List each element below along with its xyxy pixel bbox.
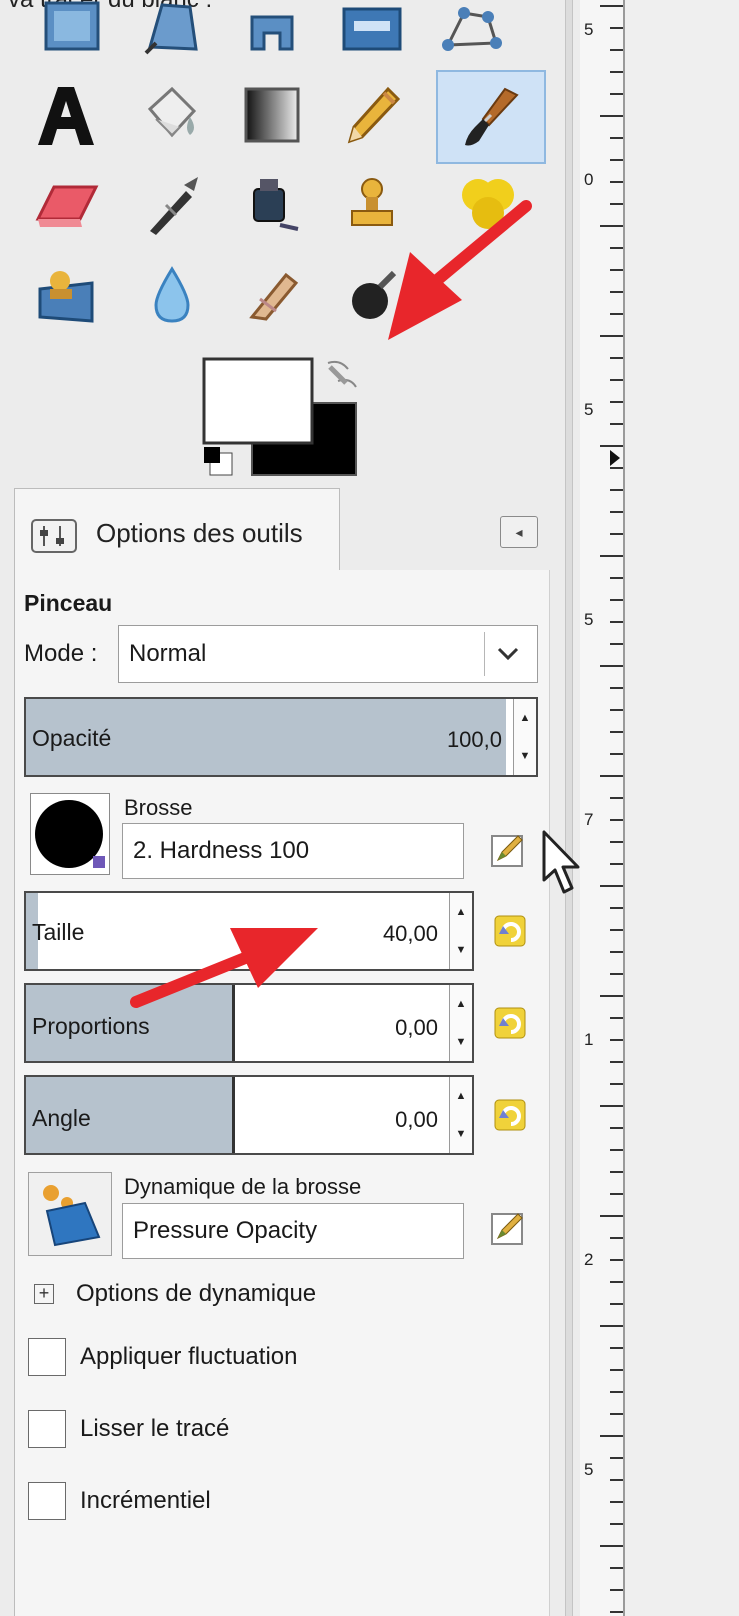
fuzzy-select-tool-icon[interactable]	[222, 0, 322, 78]
edit-brush-button[interactable]	[486, 828, 530, 872]
ink-tool-icon[interactable]	[222, 160, 322, 250]
dynamics-label: Dynamique de la brosse	[124, 1174, 362, 1199]
panel-divider[interactable]	[565, 0, 573, 1616]
apply-jitter-checkbox[interactable]	[28, 1338, 66, 1376]
ruler-label: 1	[584, 1030, 594, 1049]
reset-size-button[interactable]	[490, 910, 530, 952]
rect-select-tool-icon[interactable]	[22, 0, 122, 78]
size-slider[interactable]: Taille 40,00 ▲ ▼	[24, 891, 474, 971]
reset-aspect-ratio-button[interactable]	[490, 1002, 530, 1044]
angle-spinner[interactable]: ▲ ▼	[449, 1077, 472, 1153]
brush-label: Brosse	[124, 795, 193, 820]
smudge-tool-icon[interactable]	[222, 250, 322, 340]
dynamics-options-expander[interactable]: Options de dynamique	[76, 1280, 316, 1308]
aspect-ratio-spinner[interactable]: ▲ ▼	[449, 985, 472, 1061]
default-colors-icon[interactable]	[204, 447, 233, 476]
vertical-ruler: 5 0 5 5 7 1 2 5	[580, 0, 625, 1616]
eraser-tool-icon[interactable]	[16, 160, 116, 250]
perspective-clone-tool-icon[interactable]	[16, 250, 116, 340]
edit-icon	[491, 1213, 523, 1245]
dynamics-name-field[interactable]: Pressure Opacity	[122, 1203, 464, 1259]
pencil-tool-icon[interactable]	[322, 70, 422, 160]
reset-angle-button[interactable]	[490, 1094, 530, 1136]
paintbrush-tool-icon[interactable]	[436, 70, 546, 164]
brush-name-value: 2. Hardness 100	[133, 837, 310, 864]
ruler-label: 5	[584, 1460, 594, 1479]
ruler-label: 5	[584, 400, 594, 419]
incremental-checkbox[interactable]	[28, 1482, 66, 1520]
opacity-slider[interactable]: Opacité 100,0 ▲ ▼	[24, 697, 538, 777]
ruler-label: 0	[584, 170, 594, 189]
tool-options-tab-label: Options des outils	[96, 518, 303, 548]
opacity-value: 100,0	[446, 727, 502, 752]
ruler-label: 2	[584, 1250, 594, 1269]
color-selector	[200, 355, 370, 490]
image-canvas[interactable]	[625, 0, 739, 1616]
blur-tool-icon[interactable]	[122, 250, 222, 340]
edit-dynamics-button[interactable]	[486, 1206, 530, 1250]
dodge-burn-tool-icon[interactable]	[322, 250, 422, 340]
edit-icon	[491, 835, 523, 867]
aspect-ratio-slider[interactable]: Proportions 0,00 ▲ ▼	[24, 983, 474, 1063]
swap-colors-icon[interactable]	[327, 360, 357, 388]
angle-label: Angle	[32, 1105, 91, 1131]
expand-plus-icon[interactable]: +	[34, 1284, 54, 1304]
incremental-label: Incrémentiel	[80, 1487, 211, 1514]
foreground-color-swatch[interactable]	[202, 357, 314, 445]
tab-menu-button[interactable]: ◂	[500, 516, 538, 548]
reset-icon	[494, 915, 526, 947]
ruler-label: 5	[584, 610, 594, 629]
opacity-label: Opacité	[32, 725, 112, 751]
angle-value: 0,00	[395, 1107, 438, 1132]
airbrush-tool-icon[interactable]	[122, 160, 222, 250]
chevron-down-icon[interactable]	[484, 632, 531, 676]
mode-dropdown-value: Normal	[129, 640, 207, 667]
dynamics-name-value: Pressure Opacity	[133, 1217, 318, 1244]
free-select-tool-icon[interactable]	[122, 0, 222, 78]
smooth-stroke-checkbox[interactable]	[28, 1410, 66, 1448]
reset-icon	[494, 1007, 526, 1039]
aspect-ratio-label: Proportions	[32, 1013, 150, 1039]
cage-transform-tool-icon[interactable]	[422, 0, 522, 78]
mouse-cursor-icon	[540, 830, 584, 896]
tab-menu-icon: ◂	[515, 523, 523, 540]
ruler-position-marker	[610, 450, 620, 466]
size-spinner[interactable]: ▲ ▼	[449, 893, 472, 969]
size-label: Taille	[32, 919, 85, 945]
aspect-ratio-value: 0,00	[395, 1015, 438, 1040]
blend-tool-icon[interactable]	[222, 70, 322, 160]
reset-icon	[494, 1099, 526, 1131]
tool-options-icon	[30, 516, 78, 556]
opacity-spinner[interactable]: ▲ ▼	[513, 699, 536, 775]
ruler-label: 7	[584, 810, 594, 829]
heal-tool-icon[interactable]	[438, 160, 538, 250]
tool-name-heading: Pinceau	[24, 590, 113, 616]
brush-name-field[interactable]: 2. Hardness 100	[122, 823, 464, 879]
angle-slider[interactable]: Angle 0,00 ▲ ▼	[24, 1075, 474, 1155]
mode-dropdown[interactable]: Normal	[118, 625, 538, 683]
bucket-fill-tool-icon[interactable]	[122, 70, 222, 160]
smooth-stroke-label: Lisser le tracé	[80, 1415, 230, 1442]
align-tool-icon[interactable]	[322, 0, 422, 78]
dynamics-preview[interactable]	[28, 1172, 112, 1256]
text-tool-icon[interactable]	[16, 70, 116, 160]
ruler-label: 5	[584, 20, 594, 39]
mode-label: Mode :	[24, 640, 98, 667]
apply-jitter-label: Appliquer fluctuation	[80, 1343, 298, 1370]
size-value: 40,00	[382, 921, 438, 946]
brush-preview[interactable]	[30, 793, 110, 875]
clone-tool-icon[interactable]	[322, 160, 422, 250]
